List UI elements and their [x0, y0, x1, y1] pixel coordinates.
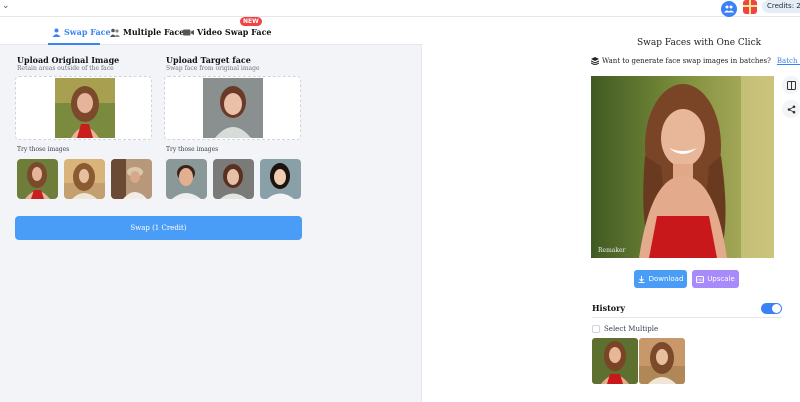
user-icon [52, 28, 61, 37]
original-image-preview [55, 78, 115, 138]
compare-button[interactable] [782, 76, 800, 94]
sample-target-thumb[interactable] [166, 159, 207, 199]
tab-label: Swap Face [64, 27, 111, 37]
split-view-icon [786, 80, 796, 90]
hd-icon: HD [696, 275, 705, 283]
video-camera-icon [183, 29, 194, 35]
target-face-subtitle: Swap face from original image [166, 65, 260, 72]
share-button[interactable] [782, 100, 800, 118]
result-image [591, 76, 774, 258]
batch-swap-link[interactable]: Batch Swap Now [777, 57, 800, 65]
watermark: Remaker [598, 247, 626, 254]
tab-swap-face[interactable]: Swap Face [52, 27, 111, 37]
history-toggle[interactable] [761, 303, 782, 314]
chevron-down-icon[interactable]: ⌄ [2, 1, 10, 11]
tab-label: Multiple Faces [123, 27, 189, 37]
sample-original-thumb[interactable] [64, 159, 105, 199]
try-images-label: Try those images [166, 146, 219, 153]
community-button[interactable] [721, 1, 737, 17]
users-icon [724, 5, 734, 13]
download-button[interactable]: Download [634, 270, 687, 288]
users-icon [110, 28, 120, 37]
try-images-label: Try those images [17, 146, 70, 153]
sample-target-thumb[interactable] [260, 159, 301, 199]
gift-icon[interactable] [743, 0, 757, 14]
batch-text: Want to generate face swap images in bat… [602, 57, 771, 65]
target-face-preview [203, 78, 263, 138]
target-face-upload[interactable] [164, 76, 301, 140]
sample-original-thumb[interactable] [17, 159, 58, 199]
select-multiple-checkbox[interactable] [592, 325, 600, 333]
history-title: History [592, 303, 625, 313]
download-label: Download [648, 275, 684, 283]
history-thumb[interactable] [592, 338, 638, 384]
tab-bar: Swap Face Multiple Faces Video Swap Face… [0, 17, 422, 45]
tab-label: Video Swap Face [197, 27, 272, 37]
new-badge: NEW [240, 17, 262, 26]
active-tab-indicator [48, 43, 100, 45]
share-icon [787, 105, 795, 113]
sample-target-thumb[interactable] [213, 159, 254, 199]
select-multiple-label: Select Multiple [604, 325, 659, 333]
original-image-subtitle: Retain areas outside of the face [17, 65, 114, 72]
swap-button[interactable]: Swap (1 Credit) [15, 216, 302, 240]
original-image-title: Upload Original Image [17, 55, 120, 65]
credits-badge[interactable]: Credits: 29 [762, 0, 800, 13]
layers-icon [591, 57, 599, 65]
sample-original-thumb[interactable] [111, 159, 152, 199]
original-image-upload[interactable] [15, 76, 152, 140]
target-face-title: Upload Target face [166, 55, 251, 65]
divider [592, 317, 782, 318]
batch-prompt: Want to generate face swap images in bat… [591, 57, 800, 65]
top-bar: ⌄ Credits: 29 [0, 0, 800, 17]
svg-text:HD: HD [698, 278, 704, 282]
swap-panel: Swap Face Multiple Faces Video Swap Face… [0, 17, 422, 402]
history-thumb[interactable] [639, 338, 685, 384]
tab-multiple-faces[interactable]: Multiple Faces [110, 27, 189, 37]
upscale-label: Upscale [707, 275, 735, 283]
download-icon [638, 275, 645, 283]
tab-video-swap-face[interactable]: Video Swap Face [183, 27, 272, 37]
result-title: Swap Faces with One Click [637, 38, 762, 48]
upscale-button[interactable]: HD Upscale [692, 270, 739, 288]
